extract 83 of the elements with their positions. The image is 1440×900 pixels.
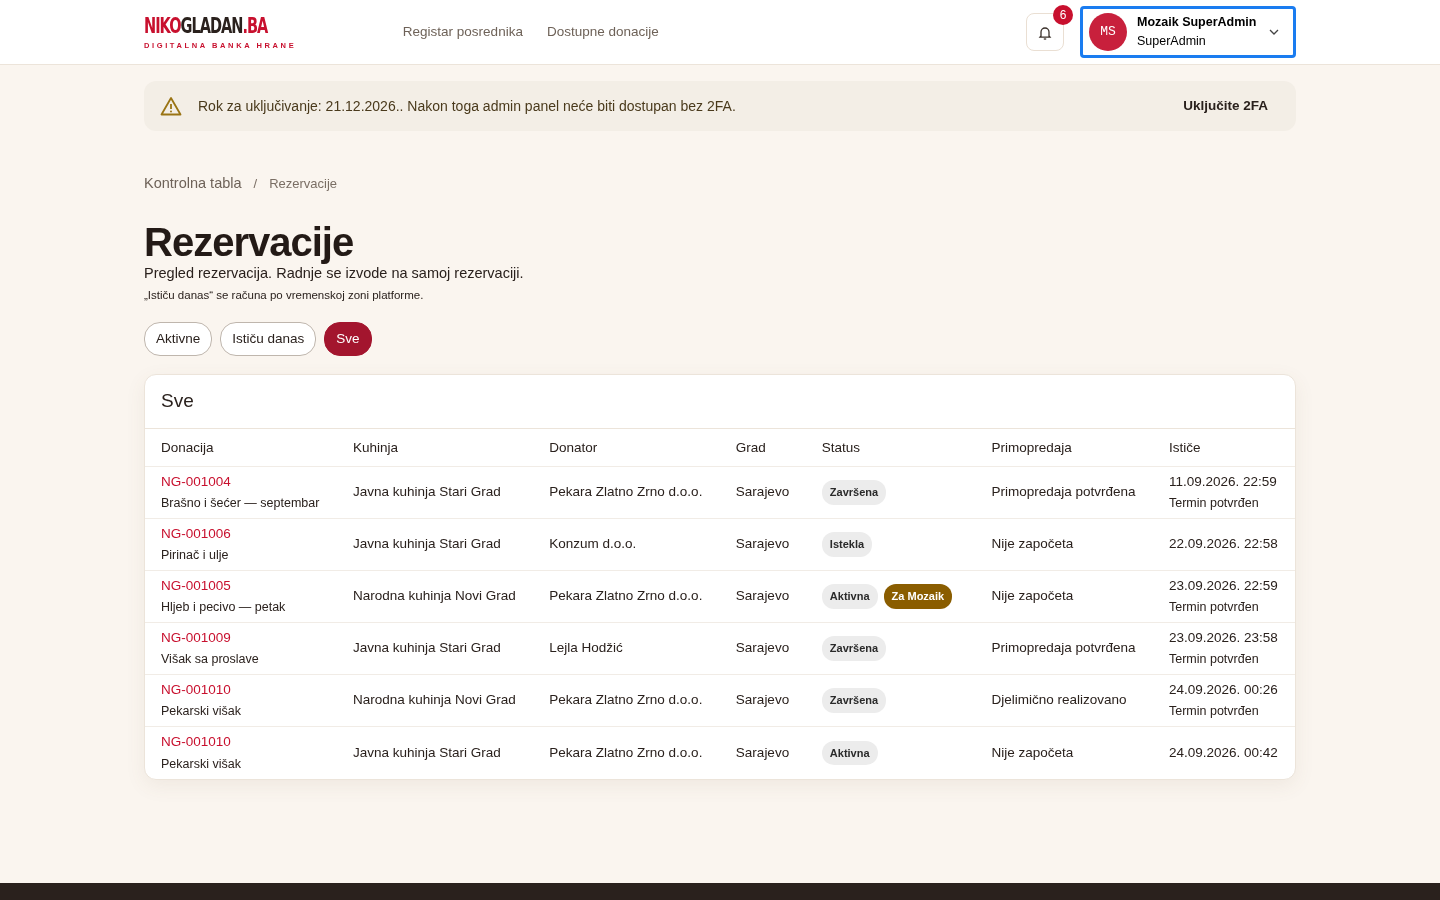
column-header: Grad <box>719 428 806 467</box>
expiry-datetime: 11.09.2026. 22:59 <box>1168 473 1278 491</box>
kitchen-name: Javna kuhinja Stari Grad <box>352 484 501 500</box>
column-header: Primopredaja <box>975 428 1153 467</box>
breadcrumb-current: Rezervacije <box>269 175 338 194</box>
handover-status: Djelimično realizovano <box>991 692 1127 708</box>
expiry-note: Termin potvrđen <box>1168 703 1260 721</box>
expiry-datetime: 24.09.2026. 00:26 <box>1168 681 1279 699</box>
handover-status: Nije započeta <box>991 588 1074 604</box>
filter-chip[interactable]: Ističu danas <box>220 322 317 357</box>
donation-link[interactable]: NG-001006 <box>161 524 231 545</box>
column-header: Status <box>805 428 976 467</box>
status-badge: Završena <box>821 636 887 661</box>
kitchen-name: Narodna kuhinja Novi Grad <box>352 692 516 708</box>
page-subtitle: Pregled rezervacija. Radnje se izvode na samoj rezervaciji. <box>144 264 525 283</box>
breadcrumb-link[interactable]: Kontrolna tabla <box>144 173 242 195</box>
status-badge: Za Mozaik <box>883 584 953 609</box>
expiry-note: Termin potvrđen <box>1168 651 1260 669</box>
donation-link[interactable]: NG-001010 <box>161 732 231 753</box>
bell-icon <box>1037 24 1053 41</box>
city-name: Sarajevo <box>735 692 790 708</box>
column-header: Ističe <box>1152 428 1295 467</box>
warning-text: Rok za uključivanje: 21.12.2026.. Nakon toga admin panel neće biti dostupan bez 2FA. <box>198 96 737 116</box>
page-title: Rezervacije <box>144 221 355 263</box>
kitchen-name: Javna kuhinja Stari Grad <box>352 640 501 656</box>
expiry-note: Termin potvrđen <box>1168 495 1260 513</box>
logo-wordmark: NIKOGLADAN.BA <box>144 14 268 37</box>
donor-name: Lejla Hodžić <box>549 640 623 656</box>
status-badge: Završena <box>821 480 887 505</box>
handover-status: Nije započeta <box>991 744 1074 760</box>
card-title: Sve <box>145 375 1295 429</box>
user-menu-button[interactable]: MS Mozaik SuperAdmin SuperAdmin <box>1080 6 1296 58</box>
column-header: Donacija <box>145 428 337 467</box>
donation-link[interactable]: NG-001010 <box>161 680 231 701</box>
donor-name: Pekara Zlatno Zrno d.o.o. <box>549 484 703 500</box>
filter-chip[interactable]: Sve <box>324 322 372 357</box>
kitchen-name: Narodna kuhinja Novi Grad <box>352 588 516 604</box>
donation-name: Pekarski višak <box>161 755 242 773</box>
status-badge: Aktivna <box>821 740 878 765</box>
donation-name: Hljeb i pecivo — petak <box>161 599 287 617</box>
donor-name: Konzum d.o.o. <box>549 536 637 552</box>
column-header: Kuhinja <box>336 428 534 467</box>
expiry-datetime: 23.09.2026. 23:58 <box>1168 629 1279 647</box>
expiry-datetime: 24.09.2026. 00:42 <box>1168 743 1279 762</box>
handover-status: Nije započeta <box>991 536 1074 552</box>
page-note: „Ističu danas“ se računa po vremenskoj zoni platforme. <box>144 287 425 303</box>
kitchen-name: Javna kuhinja Stari Grad <box>352 744 501 760</box>
donation-name: Višak sa proslave <box>161 651 260 669</box>
donation-link[interactable]: NG-001009 <box>161 628 231 649</box>
user-name: Mozaik SuperAdmin <box>1137 14 1258 32</box>
expiry-note: Termin potvrđen <box>1168 599 1260 617</box>
handover-status: Primopredaja potvrđena <box>991 640 1136 656</box>
status-badge: Aktivna <box>821 584 878 609</box>
donor-name: Pekara Zlatno Zrno d.o.o. <box>549 744 703 760</box>
user-role: SuperAdmin <box>1137 33 1207 50</box>
breadcrumb-separator: / <box>253 175 258 194</box>
donor-name: Pekara Zlatno Zrno d.o.o. <box>549 588 703 604</box>
donation-link[interactable]: NG-001004 <box>161 472 231 493</box>
enable-2fa-button[interactable]: Uključite 2FA <box>1177 95 1274 118</box>
donor-name: Pekara Zlatno Zrno d.o.o. <box>549 692 703 708</box>
city-name: Sarajevo <box>735 484 790 500</box>
donation-name: Pekarski višak <box>161 703 242 721</box>
donation-link[interactable]: NG-001005 <box>161 576 231 597</box>
expiry-datetime: 22.09.2026. 22:58 <box>1168 535 1279 554</box>
status-badge: Istekla <box>821 532 873 557</box>
notification-count: 6 <box>1053 5 1073 25</box>
column-header: Donator <box>533 428 720 467</box>
user-avatar: MS <box>1089 13 1127 51</box>
expiry-datetime: 23.09.2026. 22:59 <box>1168 577 1279 595</box>
nav-link[interactable]: Registar posrednika <box>402 21 523 43</box>
nav-link[interactable]: Dostupne donacije <box>546 21 659 43</box>
warning-icon <box>160 96 182 117</box>
donation-name: Brašno i šećer — septembar <box>161 495 321 513</box>
city-name: Sarajevo <box>735 640 790 656</box>
chevron-down-icon <box>1269 29 1279 35</box>
city-name: Sarajevo <box>735 588 790 604</box>
filter-chip[interactable]: Aktivne <box>144 322 213 357</box>
city-name: Sarajevo <box>735 536 790 552</box>
donation-name: Pirinač i ulje <box>161 547 230 565</box>
city-name: Sarajevo <box>735 744 790 760</box>
status-badge: Završena <box>821 688 887 713</box>
kitchen-name: Javna kuhinja Stari Grad <box>352 536 501 552</box>
handover-status: Primopredaja potvrđena <box>991 484 1136 500</box>
